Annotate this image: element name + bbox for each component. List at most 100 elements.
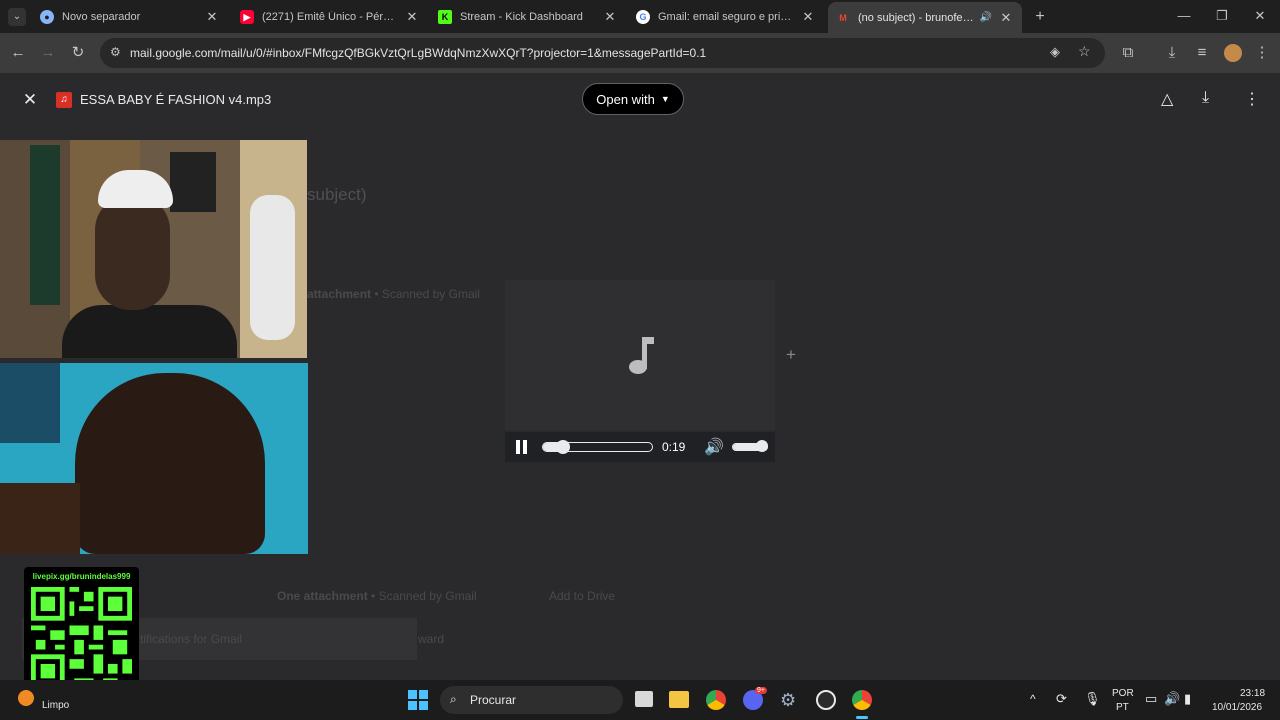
- webcam-feed-1: [0, 140, 307, 358]
- chevron-up-icon[interactable]: ^: [1030, 692, 1036, 706]
- qr-code-image: [31, 587, 132, 688]
- minimize-button[interactable]: —: [1172, 6, 1196, 26]
- windows-logo-icon: [408, 690, 417, 699]
- tab-title: Gmail: email seguro e privado s: [658, 11, 794, 23]
- tab-gmail-home[interactable]: G Gmail: email seguro e privado s ✕: [628, 4, 824, 30]
- tab-novo-separador[interactable]: ● Novo separador ✕: [32, 4, 228, 30]
- close-icon[interactable]: ✕: [998, 10, 1014, 26]
- file-explorer-icon[interactable]: [669, 691, 689, 708]
- reload-icon[interactable]: ↻: [68, 43, 88, 63]
- tab-title: Stream - Kick Dashboard: [460, 11, 583, 23]
- back-arrow-icon[interactable]: ←: [8, 43, 28, 63]
- tab-kick[interactable]: K Stream - Kick Dashboard ✕: [430, 4, 626, 30]
- tab-search-button[interactable]: ⌄: [8, 8, 26, 26]
- attachment-heading: attachment • Scanned by Gmail: [307, 287, 480, 301]
- browser-tab-strip: ⌄ ● Novo separador ✕ ▶ (2271) Emitê Únic…: [0, 0, 1280, 33]
- pause-icon: [516, 440, 520, 454]
- battery-icon[interactable]: ▮: [1184, 691, 1191, 707]
- forward-button[interactable]: ward: [418, 632, 444, 646]
- pause-button[interactable]: [515, 440, 529, 454]
- language-bottom[interactable]: PT: [1116, 702, 1129, 713]
- download-icon[interactable]: ⤓: [1162, 43, 1182, 63]
- notification-text: tifications for Gmail: [140, 632, 243, 646]
- close-icon[interactable]: ✕: [404, 9, 420, 25]
- window-close-button[interactable]: ✕: [1248, 6, 1272, 26]
- close-icon[interactable]: ✕: [204, 9, 220, 25]
- language-top[interactable]: POR: [1112, 688, 1134, 699]
- add-to-drive-link[interactable]: Add to Drive: [549, 589, 615, 603]
- sync-icon[interactable]: ⟳: [1056, 691, 1067, 707]
- volume-thumb[interactable]: [755, 440, 768, 452]
- tab-title: (no subject) - brunofer849: [858, 11, 976, 24]
- gmail-icon: M: [839, 12, 847, 23]
- url-text: mail.google.com/mail/u/0/#inbox/FMfcgzQf…: [130, 46, 707, 60]
- taskbar-search[interactable]: ⌕ Procurar: [440, 686, 623, 714]
- forward-arrow-icon[interactable]: →: [38, 43, 58, 63]
- menu-kebab-icon[interactable]: ⋮: [1252, 43, 1272, 63]
- one-attachment-heading: One attachment • Scanned by Gmail: [277, 589, 477, 603]
- bookmark-star-icon[interactable]: ☆: [1078, 43, 1091, 60]
- scanned-label-2: Scanned by Gmail: [378, 589, 477, 603]
- weather-label: Limpo: [42, 700, 70, 711]
- start-button[interactable]: [408, 690, 428, 710]
- settings-icon[interactable]: ⚙: [780, 690, 796, 711]
- browser-toolbar: ← → ↻ ⚙ mail.google.com/mail/u/0/#inbox/…: [0, 33, 1280, 73]
- current-time: 0:19: [662, 440, 686, 454]
- seek-thumb[interactable]: [555, 440, 570, 454]
- profile-avatar[interactable]: [1224, 44, 1242, 62]
- speaker-icon[interactable]: 🔊: [980, 12, 992, 23]
- email-subject: subject): [307, 185, 367, 204]
- windows-taskbar: Limpo ⌕ Procurar 9+ ⚙ ^ ⟳ 🎙 POR PT ▭ 🔊 ▮…: [0, 680, 1280, 720]
- download-icon[interactable]: ⤓: [1202, 89, 1209, 107]
- microphone-icon[interactable]: 🎙: [1084, 691, 1101, 707]
- open-with-button[interactable]: Open with ▼: [582, 83, 684, 115]
- seek-slider[interactable]: [542, 440, 653, 454]
- add-to-drive-icon[interactable]: △: [1161, 89, 1173, 109]
- youtube-icon: ▶: [240, 10, 254, 24]
- volume-icon[interactable]: 🔊: [1164, 691, 1180, 707]
- one-attachment-label: One attachment: [277, 589, 368, 603]
- more-options-icon[interactable]: ⋮: [1244, 89, 1260, 109]
- chrome-active-icon[interactable]: [852, 690, 872, 710]
- viewer-close-button[interactable]: ✕: [20, 90, 40, 110]
- obs-icon[interactable]: [816, 690, 836, 710]
- qr-label: livepix.gg/brunindelas999: [32, 572, 131, 581]
- tab-title: Novo separador: [62, 11, 141, 23]
- speaker-icon: 🔊: [704, 439, 724, 456]
- extensions-icon[interactable]: ⧉: [1118, 43, 1138, 63]
- webcam-feed-2: [0, 363, 308, 554]
- clock-date[interactable]: 10/01/2026: [1212, 702, 1262, 713]
- close-icon[interactable]: ✕: [800, 9, 816, 25]
- audio-preview: [505, 280, 775, 430]
- open-with-label: Open with: [596, 91, 655, 107]
- network-icon[interactable]: ▭: [1145, 691, 1157, 707]
- chrome-icon: ●: [40, 10, 54, 24]
- plus-icon[interactable]: +: [786, 345, 796, 365]
- task-view-icon[interactable]: [635, 691, 653, 707]
- active-indicator: [856, 716, 868, 719]
- search-placeholder: Procurar: [470, 693, 517, 707]
- tab-youtube[interactable]: ▶ (2271) Emitê Único - Pérolas (O ✕: [232, 4, 428, 30]
- clock-time[interactable]: 23:18: [1240, 688, 1265, 699]
- tab-media-icon[interactable]: ≡: [1192, 43, 1212, 63]
- new-tab-button[interactable]: +: [1030, 7, 1050, 27]
- close-icon[interactable]: ✕: [602, 9, 618, 25]
- audio-file-icon: ♫: [56, 92, 72, 108]
- attachment-label: attachment: [307, 287, 372, 301]
- chrome-icon[interactable]: [706, 690, 726, 710]
- lens-icon[interactable]: ◈: [1050, 44, 1060, 60]
- scanned-label: Scanned by Gmail: [381, 287, 480, 301]
- site-info-icon[interactable]: ⚙: [110, 45, 121, 59]
- tab-no-subject[interactable]: M (no subject) - brunofer849 🔊 ✕: [828, 2, 1022, 33]
- volume-slider[interactable]: [732, 440, 768, 452]
- search-icon: ⌕: [450, 692, 457, 706]
- file-name: ESSA BABY É FASHION v4.mp3: [80, 92, 272, 107]
- address-bar[interactable]: ⚙ mail.google.com/mail/u/0/#inbox/FMfcgz…: [100, 38, 1105, 68]
- restore-button[interactable]: ❐: [1210, 6, 1234, 26]
- weather-icon[interactable]: [18, 690, 34, 706]
- discord-badge: 9+: [755, 687, 767, 694]
- tab-title: (2271) Emitê Único - Pérolas (O: [262, 11, 398, 23]
- google-icon: G: [636, 10, 650, 24]
- caret-down-icon: ▼: [660, 94, 670, 104]
- volume-button[interactable]: 🔊: [704, 437, 724, 457]
